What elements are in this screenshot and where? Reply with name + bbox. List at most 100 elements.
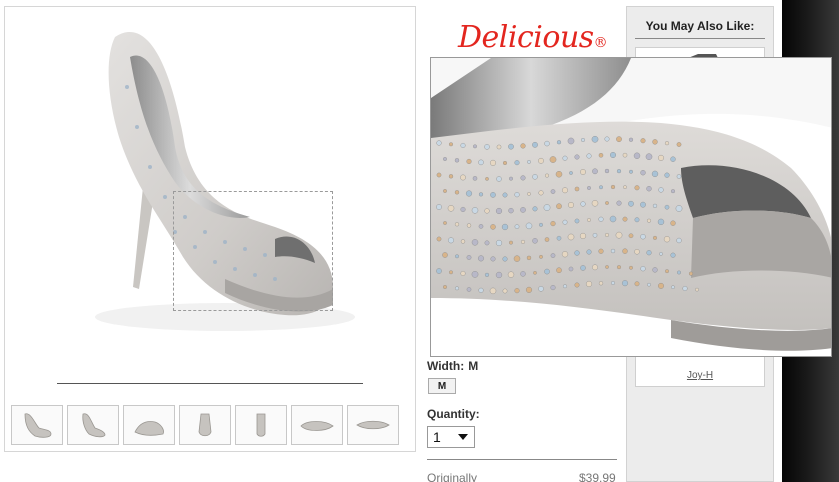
thumbnail-sole[interactable] bbox=[347, 405, 399, 445]
quantity-select[interactable]: 1 bbox=[427, 426, 475, 448]
thumbnail-profile[interactable] bbox=[123, 405, 175, 445]
rhinestone-dot bbox=[634, 249, 640, 255]
rhinestone-dot bbox=[640, 170, 646, 176]
rhinestone-dot bbox=[496, 144, 502, 150]
rhinestone-dot bbox=[617, 265, 621, 270]
rhinestone-dot bbox=[676, 174, 682, 179]
registered-mark: ® bbox=[593, 35, 608, 51]
rhinestone-dot bbox=[592, 168, 598, 175]
rhinestone-dot bbox=[628, 137, 634, 142]
rhinestone-dot bbox=[652, 203, 658, 209]
rhinestone-dot bbox=[544, 140, 550, 147]
thumbnail-side-angle[interactable] bbox=[67, 405, 119, 445]
rhinestone-dot bbox=[587, 186, 591, 190]
rhinestone-dot bbox=[532, 174, 538, 180]
thumbnail-top-view[interactable] bbox=[291, 405, 343, 445]
rhinestone-dot bbox=[599, 185, 603, 190]
rhinestone-dot bbox=[629, 265, 633, 270]
rhinestone-dot bbox=[485, 177, 489, 181]
rhinestone-dot bbox=[509, 240, 513, 245]
rhinestone-dot bbox=[508, 143, 514, 150]
rhinestone-dot bbox=[652, 267, 658, 273]
rhinestone-dot bbox=[676, 237, 682, 244]
rhinestone-dot bbox=[653, 235, 657, 240]
rhinestone-dot bbox=[622, 152, 628, 158]
rhinestone-dot bbox=[567, 137, 575, 145]
rhinestone-dot bbox=[574, 250, 580, 256]
rhinestone-dot bbox=[640, 138, 646, 144]
rhinestone-dot bbox=[436, 268, 442, 274]
rhinestone-dot bbox=[610, 184, 616, 190]
rhinestone-dot bbox=[448, 174, 454, 179]
rhinestone-dot bbox=[477, 255, 485, 262]
rhinestone-dot bbox=[489, 287, 497, 295]
thumbnail-strip bbox=[11, 405, 399, 445]
recommended-product-link[interactable]: Joy-H bbox=[627, 370, 773, 381]
rhinestone-dot bbox=[478, 224, 484, 229]
thumbnail-back[interactable] bbox=[235, 405, 287, 445]
rhinestone-dot bbox=[591, 135, 599, 143]
rhinestone-dot bbox=[665, 269, 669, 274]
rhinestone-dot bbox=[484, 144, 490, 150]
rhinestone-dot bbox=[605, 201, 609, 205]
width-option-button[interactable]: M bbox=[428, 378, 456, 394]
rhinestone-dot bbox=[465, 190, 473, 197]
rhinestone-dot bbox=[550, 253, 556, 258]
rhinestone-dot bbox=[544, 237, 550, 242]
rhinestone-dot bbox=[675, 205, 683, 212]
zoom-lens[interactable] bbox=[173, 191, 333, 311]
rhinestone-dot bbox=[454, 158, 460, 163]
rhinestone-dot bbox=[471, 271, 479, 278]
rhinestone-dot bbox=[471, 207, 479, 214]
rhinestone-dot bbox=[563, 284, 567, 289]
rhinestone-dot bbox=[466, 255, 472, 260]
rhinestone-dot bbox=[615, 231, 623, 239]
rhinestone-dot bbox=[490, 256, 496, 262]
rhinestone-dot bbox=[585, 280, 593, 288]
rhinestone-dot bbox=[495, 239, 503, 247]
rhinestone-dot bbox=[539, 222, 543, 227]
rhinestone-dot bbox=[527, 160, 531, 164]
rhinestone-dot bbox=[495, 271, 503, 279]
rhinestone-dot bbox=[532, 206, 538, 212]
rhinestone-dot bbox=[622, 248, 628, 254]
rhinestone-dot bbox=[526, 255, 532, 261]
rhinestone-dot bbox=[514, 288, 520, 294]
rhinestone-dot bbox=[621, 280, 629, 287]
rhinestone-dot bbox=[623, 185, 627, 190]
rhinestone-dot bbox=[651, 170, 659, 178]
rhinestone-dot bbox=[556, 235, 562, 241]
rhinestone-dot bbox=[616, 200, 622, 206]
rhinestone-dot bbox=[682, 285, 688, 292]
rhinestone-dot bbox=[646, 250, 652, 256]
rhinestone-dot bbox=[580, 201, 586, 207]
rhinestone-dot bbox=[514, 224, 520, 229]
rhinestone-dot bbox=[436, 236, 442, 242]
rhinestone-dot bbox=[520, 143, 526, 149]
rhinestone-dot bbox=[507, 271, 515, 278]
rhinestone-dot bbox=[502, 288, 508, 294]
rhinestone-dot bbox=[645, 153, 653, 160]
rhinestone-dot bbox=[447, 205, 455, 212]
rhinestone-dot bbox=[556, 140, 562, 145]
thumbnail-front-angle[interactable] bbox=[11, 405, 63, 445]
rhinestone-dot bbox=[544, 268, 550, 275]
rhinestone-dot bbox=[569, 171, 573, 175]
rhinestone-dot bbox=[460, 270, 466, 276]
rhinestone-dot bbox=[484, 208, 490, 214]
main-product-image[interactable] bbox=[4, 6, 416, 452]
rhinestone-dot bbox=[670, 220, 676, 226]
rhinestone-dot bbox=[478, 159, 484, 166]
rhinestone-dot bbox=[647, 282, 651, 287]
rhinestone-dot bbox=[628, 200, 634, 207]
rhinestone-dot bbox=[658, 282, 664, 289]
rhinestone-dot bbox=[472, 176, 478, 181]
rhinestone-dot bbox=[598, 281, 604, 286]
rhinestone-dot bbox=[605, 265, 609, 269]
rhinestone-dot bbox=[688, 271, 694, 276]
thumbnail-front[interactable] bbox=[179, 405, 231, 445]
rhinestone-dot bbox=[574, 154, 580, 160]
rhinestone-dot bbox=[598, 216, 604, 222]
brand-logo[interactable]: Delicious® bbox=[458, 20, 608, 55]
rhinestone-dot bbox=[443, 157, 447, 161]
